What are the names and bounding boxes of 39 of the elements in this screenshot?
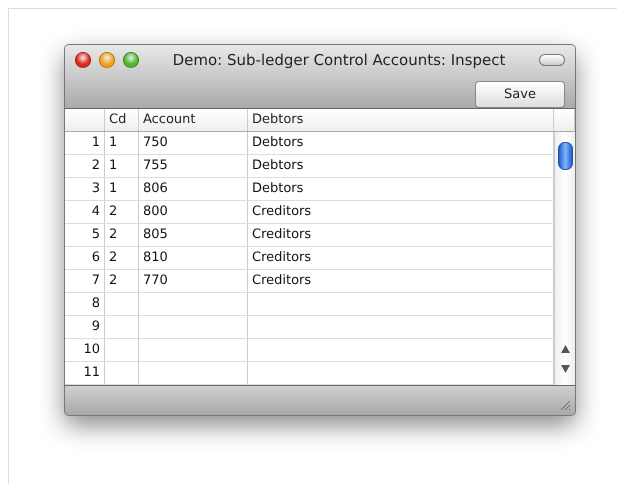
column-header[interactable]: Debtors xyxy=(248,109,554,131)
table-cell: 770 xyxy=(139,270,248,292)
row-number: 4 xyxy=(65,201,105,223)
scrollbar[interactable] xyxy=(554,132,575,385)
table-cell: 800 xyxy=(139,201,248,223)
row-number: 8 xyxy=(65,293,105,315)
save-button[interactable]: Save xyxy=(475,81,565,108)
table-cell: 2 xyxy=(105,247,139,269)
row-number: 3 xyxy=(65,178,105,200)
window-title: Demo: Sub-ledger Control Accounts: Inspect xyxy=(172,51,506,69)
table-cell: 1 xyxy=(105,132,139,154)
table-cell: 810 xyxy=(139,247,248,269)
row-number: 9 xyxy=(65,316,105,338)
table-cell: 1 xyxy=(105,178,139,200)
column-header[interactable]: Account xyxy=(139,109,248,131)
row-number: 6 xyxy=(65,247,105,269)
toolbar-toggle-button[interactable] xyxy=(539,54,565,66)
zoom-button[interactable] xyxy=(123,52,139,68)
row-number: 2 xyxy=(65,155,105,177)
table-cell: 2 xyxy=(105,201,139,223)
scroll-up-icon[interactable] xyxy=(560,345,570,353)
table-cell: 806 xyxy=(139,178,248,200)
table-cell: 1 xyxy=(105,155,139,177)
table-cell: 2 xyxy=(105,224,139,246)
scroll-down-icon[interactable] xyxy=(560,365,570,373)
table-cell: 755 xyxy=(139,155,248,177)
row-number: 10 xyxy=(65,339,105,361)
row-number: 11 xyxy=(65,362,105,384)
row-number: 5 xyxy=(65,224,105,246)
row-number: 7 xyxy=(65,270,105,292)
table-cell: 805 xyxy=(139,224,248,246)
resize-grip-icon[interactable] xyxy=(560,400,571,411)
scroll-thumb[interactable] xyxy=(558,142,572,170)
table-cell: 750 xyxy=(139,132,248,154)
close-button[interactable] xyxy=(75,52,91,68)
table-cell: 2 xyxy=(105,270,139,292)
row-number: 1 xyxy=(65,132,105,154)
column-header[interactable]: Cd xyxy=(105,109,139,131)
minimize-button[interactable] xyxy=(99,52,115,68)
